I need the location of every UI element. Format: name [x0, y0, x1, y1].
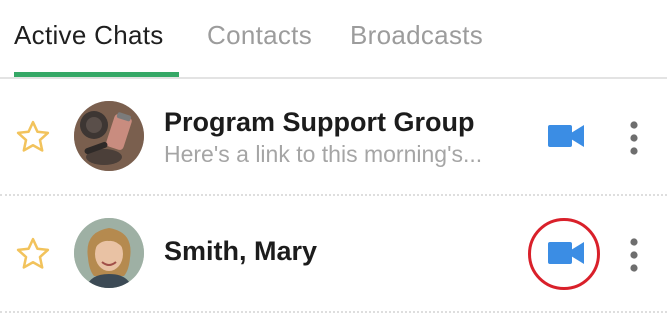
- group-photo-avatar: [74, 101, 144, 171]
- chat-preview: Here's a link to this morning's...: [164, 141, 483, 167]
- highlight-circle-annotation: [528, 218, 600, 290]
- star-outline-icon[interactable]: [14, 118, 52, 156]
- chat-name: Smith, Mary: [164, 236, 318, 266]
- tab-contacts[interactable]: Contacts: [207, 20, 312, 79]
- active-tab-indicator: [14, 72, 179, 77]
- chat-panel: Active Chats Contacts Broadcasts Program…: [0, 0, 667, 319]
- chat-name: Program Support Group: [164, 107, 475, 137]
- tab-bar: Active Chats Contacts Broadcasts: [0, 0, 667, 79]
- star-outline-icon[interactable]: [14, 235, 52, 273]
- person-photo-avatar: [74, 218, 144, 288]
- tab-active-chats[interactable]: Active Chats: [14, 20, 164, 79]
- video-camera-icon[interactable]: [546, 121, 586, 151]
- chat-row-program-support-group[interactable]: Program Support Group Here's a link to t…: [0, 79, 667, 196]
- more-vert-icon[interactable]: [624, 120, 644, 156]
- more-vert-icon[interactable]: [624, 237, 644, 273]
- tab-broadcasts[interactable]: Broadcasts: [350, 20, 483, 79]
